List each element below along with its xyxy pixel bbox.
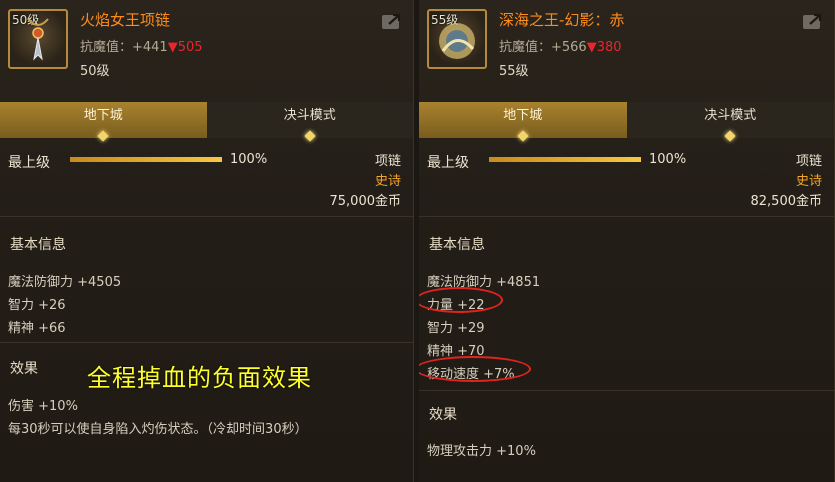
divider (0, 342, 413, 343)
basic-info-title: 基本信息 (10, 237, 66, 253)
tab-indicator-icon (97, 130, 109, 142)
basic-info-title: 基本信息 (429, 237, 485, 253)
item-price: 82,500金币 (750, 194, 823, 209)
grade-percent: 100% (649, 152, 687, 167)
mode-tabs: 地下城 决斗模式 (419, 102, 834, 142)
effect-line: 每30秒可以使自身陷入灼伤状态。（冷却时间30秒） (8, 422, 308, 437)
item-level: 50级 (80, 64, 110, 79)
tab-pvp-label: 决斗模式 (283, 108, 336, 123)
item-panel-right: 55级 深海之王-幻影：赤 抗魔值：+566▼380 55级 地下城 决斗模式 … (419, 0, 835, 482)
effect-line: 物理攻击力 +10% (427, 444, 536, 459)
tab-dungeon-label: 地下城 (83, 108, 123, 123)
resist-down: ▼380 (586, 40, 622, 55)
tab-dungeon-label: 地下城 (503, 108, 543, 123)
divider (419, 216, 834, 217)
divider (0, 216, 413, 217)
stat-line: 魔法防御力 +4505 (8, 275, 122, 290)
mode-tabs: 地下城 决斗模式 (0, 102, 413, 142)
item-panel-left: 50级 火焰女王项链 抗魔值：+441▼505 50级 地下城 决斗模式 最上级… (0, 0, 414, 482)
item-type: 项链 (374, 154, 401, 169)
grade-bar (70, 157, 222, 162)
item-level: 55级 (499, 64, 529, 79)
effect-title: 效果 (429, 407, 457, 423)
tab-indicator-icon (724, 130, 736, 142)
grade-percent: 100% (230, 152, 268, 167)
item-type: 项链 (795, 154, 822, 169)
resist-value: 抗魔值：+566▼380 (499, 36, 622, 55)
necklace-icon[interactable]: 50级 (8, 9, 68, 69)
tab-indicator-icon (517, 130, 529, 142)
stat-line: 精神 +66 (8, 321, 66, 336)
share-icon[interactable] (381, 12, 403, 30)
annotation-text: 全程掉血的负面效果 (87, 364, 312, 392)
grade-bar-fill (70, 157, 222, 162)
grade-bar (489, 157, 641, 162)
effect-title: 效果 (10, 361, 38, 377)
divider (419, 390, 834, 391)
tab-pvp[interactable]: 决斗模式 (206, 102, 413, 142)
item-rarity: 史诗 (795, 174, 822, 189)
resist-label: 抗魔值：+566 (499, 40, 587, 55)
item-rarity: 史诗 (374, 174, 401, 189)
tab-pvp[interactable]: 决斗模式 (626, 102, 834, 142)
item-header: 50级 火焰女王项链 抗魔值：+441▼505 50级 (0, 0, 413, 86)
grade-label: 最上级 (427, 155, 469, 171)
tab-indicator-icon (304, 130, 316, 142)
item-header: 55级 深海之王-幻影：赤 抗魔值：+566▼380 55级 (419, 0, 834, 86)
tab-dungeon[interactable]: 地下城 (0, 102, 207, 142)
highlight-circle (419, 356, 531, 382)
resist-down: ▼505 (167, 40, 203, 55)
tab-pvp-label: 决斗模式 (704, 108, 757, 123)
stat-line: 智力 +29 (427, 321, 485, 336)
grade-bar-fill (489, 157, 641, 162)
item-title: 深海之王-幻影：赤 (499, 11, 625, 29)
item-price: 75,000金币 (329, 194, 402, 209)
resist-label: 抗魔值：+441 (80, 40, 168, 55)
item-title: 火焰女王项链 (80, 11, 171, 29)
sea-king-icon[interactable]: 55级 (427, 9, 487, 69)
tab-dungeon[interactable]: 地下城 (419, 102, 627, 142)
effect-line: 伤害 +10% (8, 399, 78, 414)
grade-label: 最上级 (8, 155, 50, 171)
share-icon[interactable] (802, 12, 824, 30)
highlight-circle (419, 287, 503, 313)
resist-value: 抗魔值：+441▼505 (80, 36, 203, 55)
stat-line: 智力 +26 (8, 298, 66, 313)
